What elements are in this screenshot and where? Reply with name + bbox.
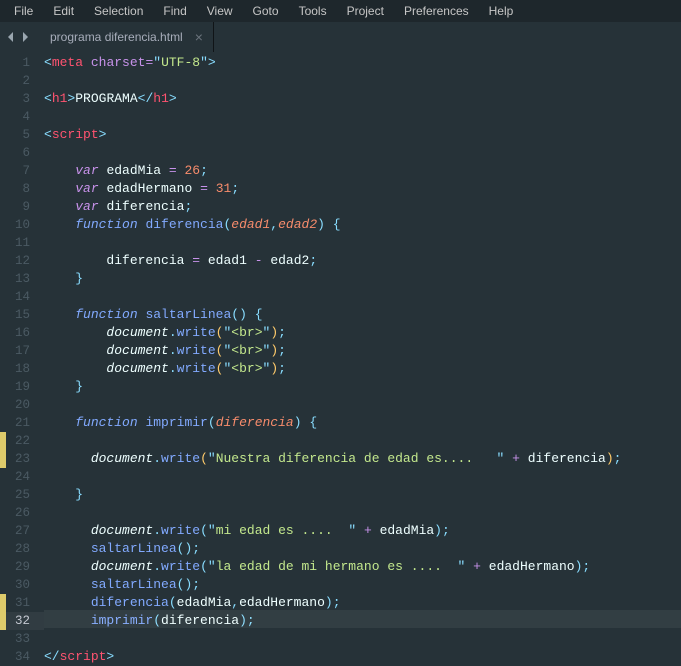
line-number: 7 <box>0 162 44 180</box>
menu-help[interactable]: Help <box>479 1 524 21</box>
menu-preferences[interactable]: Preferences <box>394 1 479 21</box>
line-number: 4 <box>0 108 44 126</box>
line-number: 31 <box>0 594 44 612</box>
line-number: 23 <box>0 450 44 468</box>
line-number: 14 <box>0 288 44 306</box>
code-content[interactable]: <meta charset="UTF-8"> <h1>PROGRAMA</h1>… <box>44 54 681 666</box>
line-number: 6 <box>0 144 44 162</box>
back-icon[interactable] <box>6 32 16 42</box>
line-number: 17 <box>0 342 44 360</box>
menu-project[interactable]: Project <box>337 1 394 21</box>
line-number: 27 <box>0 522 44 540</box>
line-number: 24 <box>0 468 44 486</box>
line-number: 2 <box>0 72 44 90</box>
menu-tools[interactable]: Tools <box>289 1 337 21</box>
line-number: 12 <box>0 252 44 270</box>
line-number: 33 <box>0 630 44 648</box>
line-number: 1 <box>0 54 44 72</box>
line-number: 13 <box>0 270 44 288</box>
menu-selection[interactable]: Selection <box>84 1 153 21</box>
menubar[interactable]: FileEditSelectionFindViewGotoToolsProjec… <box>0 0 681 22</box>
line-number: 8 <box>0 180 44 198</box>
line-number: 15 <box>0 306 44 324</box>
line-number: 34 <box>0 648 44 666</box>
menu-edit[interactable]: Edit <box>43 1 84 21</box>
line-number: 9 <box>0 198 44 216</box>
line-number: 20 <box>0 396 44 414</box>
line-number: 30 <box>0 576 44 594</box>
line-number: 10 <box>0 216 44 234</box>
menu-find[interactable]: Find <box>153 1 196 21</box>
nav-arrows <box>0 32 36 42</box>
line-number: 16 <box>0 324 44 342</box>
close-icon[interactable]: × <box>195 30 203 44</box>
line-number: 3 <box>0 90 44 108</box>
line-number: 29 <box>0 558 44 576</box>
menu-goto[interactable]: Goto <box>243 1 289 21</box>
tab-bar: programa diferencia.html × <box>0 22 681 52</box>
line-number: 18 <box>0 360 44 378</box>
line-number: 28 <box>0 540 44 558</box>
line-number-gutter: 1234567891011121314151617181920212223242… <box>0 52 44 666</box>
line-number: 11 <box>0 234 44 252</box>
line-number: 19 <box>0 378 44 396</box>
menu-view[interactable]: View <box>197 1 243 21</box>
tab-programa[interactable]: programa diferencia.html × <box>36 22 214 52</box>
forward-icon[interactable] <box>20 32 30 42</box>
dirty-marks <box>0 54 6 666</box>
tab-label: programa diferencia.html <box>50 30 183 44</box>
line-number: 21 <box>0 414 44 432</box>
menu-file[interactable]: File <box>4 1 43 21</box>
line-number: 25 <box>0 486 44 504</box>
line-number: 26 <box>0 504 44 522</box>
line-number: 32 <box>0 612 44 630</box>
line-number: 5 <box>0 126 44 144</box>
editor[interactable]: 1234567891011121314151617181920212223242… <box>0 52 681 666</box>
code-area[interactable]: <meta charset="UTF-8"> <h1>PROGRAMA</h1>… <box>44 52 681 666</box>
line-number: 22 <box>0 432 44 450</box>
